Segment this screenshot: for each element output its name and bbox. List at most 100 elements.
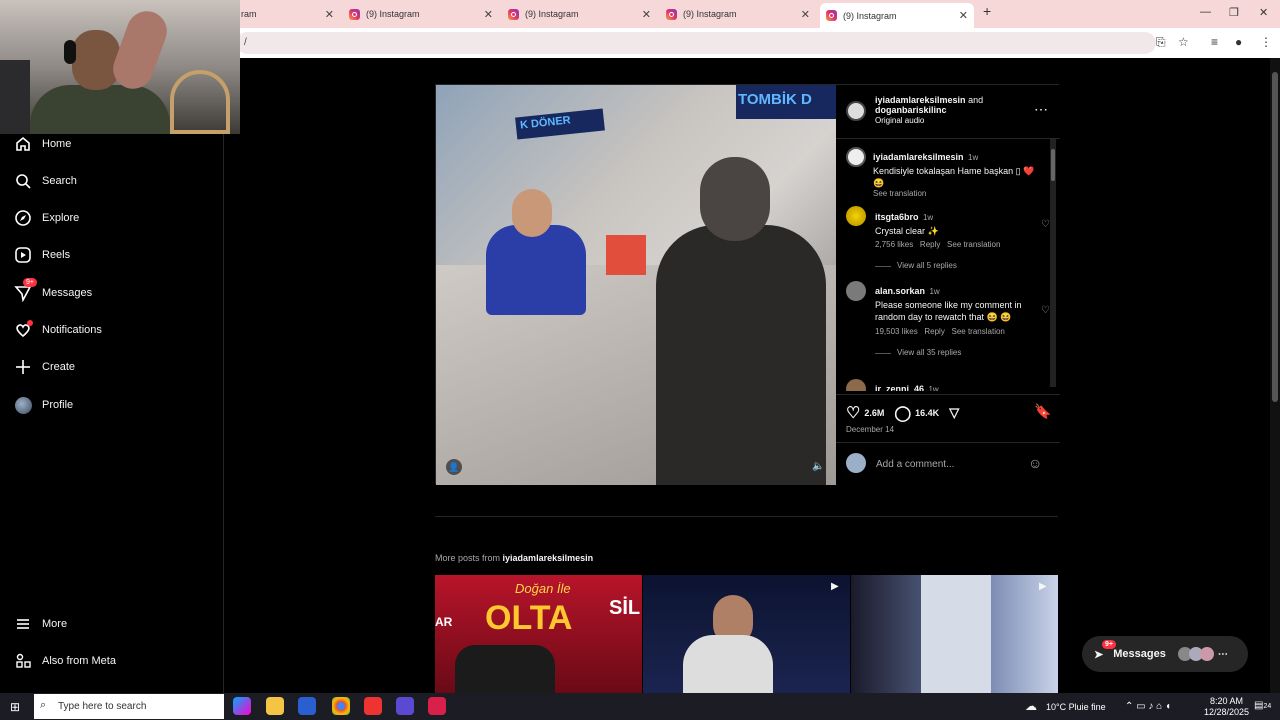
tray-icons[interactable]: ⌃ ▭ ♪ ⌂ ◖ [1125,701,1171,712]
weather-text[interactable]: 10°C Pluie fine [1046,702,1106,712]
install-app-icon[interactable]: ⎘ [1156,35,1166,50]
clock-time: 8:20 AM [1210,696,1244,706]
bookmark-star-icon[interactable]: ☆ [1178,35,1189,49]
more-options-icon[interactable]: ⋯ [1034,101,1048,118]
sidebar-item-profile[interactable]: Profile [14,396,73,414]
person-face [512,189,552,237]
view-replies-link[interactable]: View all 5 replies [875,261,1035,270]
sidebar-item-also-from-meta[interactable]: Also from Meta [14,652,116,670]
copilot-icon[interactable] [233,697,251,715]
caption-username[interactable]: iyiadamlareksilmesin [873,152,964,162]
profile-icon[interactable]: ● [1235,35,1242,49]
like-comment-icon[interactable]: ♡ [1041,219,1050,230]
store-icon[interactable] [298,697,316,715]
divider [836,442,1060,443]
discord-icon[interactable] [396,697,414,715]
reply-link[interactable]: Reply [924,327,944,336]
tab-title: ram [241,9,257,19]
file-explorer-icon[interactable] [266,697,284,715]
browser-tab-active[interactable]: (9) Instagram ✕ [820,3,974,28]
sidebar-item-messages[interactable]: 9+ Messages [14,278,93,302]
comment-username[interactable]: alan.sorkan [875,286,925,296]
page-scroll-thumb[interactable] [1272,72,1278,402]
sidebar-item-more[interactable]: More [14,615,67,633]
app-icon[interactable] [428,697,446,715]
app-icon[interactable] [364,697,382,715]
like-comment-icon[interactable]: ♡ [1041,305,1050,316]
new-tab-button[interactable]: + [983,3,991,19]
messages-floating-button[interactable]: ➤ 9+ Messages ⋯ [1082,636,1248,672]
chrome-icon[interactable] [332,697,350,715]
post-thumbnail[interactable]: ▶ [643,575,850,693]
more-posts-username[interactable]: iyiadamlareksilmesin [503,553,594,563]
reel-icon: ▶ [1039,581,1047,592]
share-icon[interactable]: ▽ [949,405,959,421]
tab-title: (9) Instagram [366,9,420,19]
comment-avatar[interactable] [846,281,866,301]
sidebar-item-search[interactable]: Search [14,172,77,190]
save-icon[interactable]: 🔖 [1034,403,1051,420]
clock[interactable]: 8:20 AM 12/28/2025 [1204,696,1249,718]
comment-icon[interactable]: ◯ [894,404,911,422]
instagram-icon [349,8,360,20]
view-replies-text: View all 35 replies [897,348,962,357]
sidebar-item-create[interactable]: Create [14,358,75,376]
tab-title: (9) Instagram [843,10,897,21]
clock-date: 12/28/2025 [1204,707,1250,717]
comment-likes[interactable]: 2,756 likes [875,240,913,249]
coauthor-username[interactable]: doganbariskilinc [875,105,947,115]
close-icon[interactable]: ✕ [484,8,493,21]
address-bar[interactable]: / [236,32,1156,54]
view-replies-link[interactable]: View all 35 replies [875,348,1025,357]
window-close-button[interactable]: ✕ [1259,6,1268,19]
sidebar-item-label: Also from Meta [42,655,116,667]
heart-icon [14,320,33,339]
post-thumbnail[interactable]: ▶ [851,575,1058,693]
notification-center-icon[interactable]: ▤24 [1254,700,1271,711]
audio-label[interactable]: Original audio [875,116,924,125]
like-icon[interactable]: ♡ [846,403,860,423]
restore-button[interactable]: ❐ [1229,6,1239,19]
comments-scroll-thumb[interactable] [1051,149,1055,181]
caption-avatar[interactable] [846,147,866,167]
close-icon[interactable]: ✕ [959,9,968,22]
comment-likes[interactable]: 19,503 likes [875,327,918,336]
comment-username[interactable]: itsgta6bro [875,212,919,222]
see-translation-link[interactable]: See translation [952,327,1005,336]
sidebar-item-explore[interactable]: Explore [14,209,79,227]
comment-avatar[interactable] [846,206,866,226]
browser-tab[interactable]: (9) Instagram ✕ [349,2,493,26]
post-dialog: TOMBİK D K DÖNER 👤 🔈 iyiadamlareksilmesi… [435,84,1060,485]
close-icon[interactable]: ✕ [642,8,651,21]
windows-start-icon[interactable]: ⊞ [10,700,20,714]
post-thumbnail[interactable]: Doğan İle OLTA AR SİL [435,575,642,693]
author-username[interactable]: iyiadamlareksilmesin [875,95,966,105]
likes-count[interactable]: 2.6M [864,408,884,418]
sidebar-item-label: Messages [42,287,93,299]
more-options-icon[interactable]: ⋯ [1218,649,1228,660]
browser-menu-icon[interactable]: ⋮ [1260,35,1272,49]
sidebar-item-notifications[interactable]: Notifications [14,320,102,339]
browser-tab[interactable]: ram ✕ [241,2,334,26]
close-icon[interactable]: ✕ [801,8,810,21]
emoji-icon[interactable]: ☺ [1028,455,1042,471]
comments-count[interactable]: 16.4K [915,408,939,418]
person-blue-jacket [486,225,586,315]
view-replies-text: View all 5 replies [897,261,957,270]
add-comment-input[interactable]: Add a comment... [876,459,954,470]
post-video[interactable]: TOMBİK D K DÖNER 👤 🔈 [436,85,836,485]
taskbar-search-box[interactable]: ⌕ Type here to search [34,694,224,719]
reply-link[interactable]: Reply [920,240,940,249]
browser-tab[interactable]: (9) Instagram ✕ [508,2,651,26]
see-translation-link[interactable]: See translation [873,189,1043,198]
author-avatar[interactable] [846,101,866,121]
minimize-button[interactable]: — [1200,6,1211,18]
browser-tab[interactable]: (9) Instagram ✕ [666,2,810,26]
see-translation-link[interactable]: See translation [947,240,1000,249]
close-icon[interactable]: ✕ [325,8,334,21]
sidebar-item-home[interactable]: Home [14,135,71,153]
reading-list-icon[interactable]: ≡ [1211,35,1218,49]
sidebar-item-reels[interactable]: Reels [14,246,70,264]
volume-icon[interactable]: 🔈 [812,461,824,472]
tag-user-icon[interactable]: 👤 [446,459,462,475]
